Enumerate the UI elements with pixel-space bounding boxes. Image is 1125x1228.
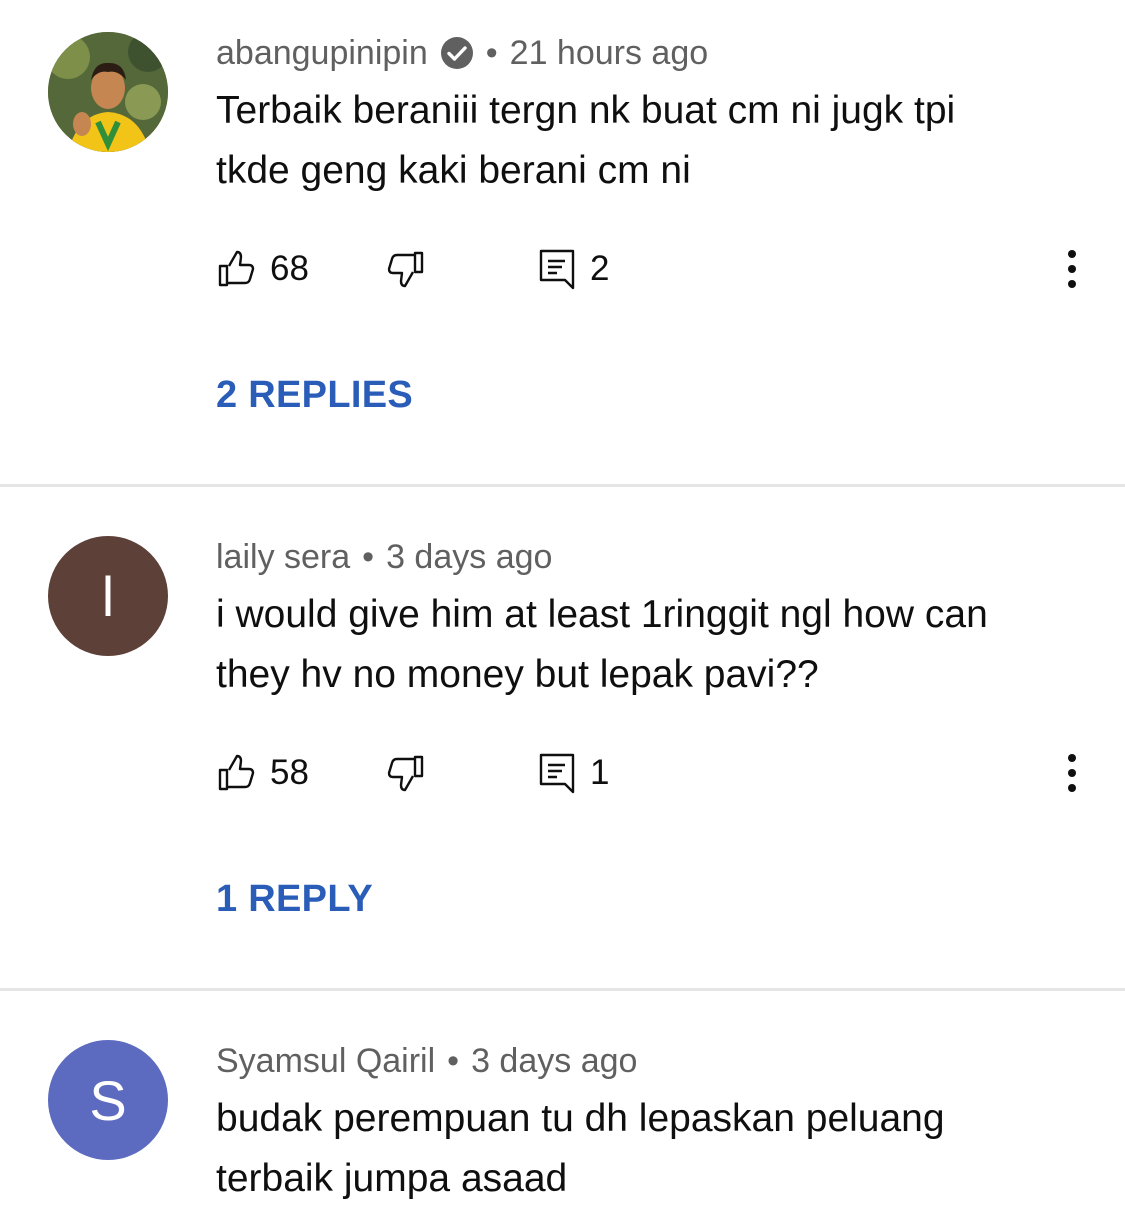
author-name[interactable]: abangupinipin bbox=[216, 34, 428, 73]
comment-text-line: they hv no money but lepak pavi?? bbox=[216, 653, 819, 696]
reply-button[interactable]: 2 bbox=[538, 244, 609, 294]
reply-count: 1 bbox=[590, 753, 610, 792]
dislike-button[interactable] bbox=[386, 244, 426, 294]
comment-text-line: terbaik jumpa asaad bbox=[216, 1157, 568, 1200]
comment-text: Terbaik beraniii tergn nk buat cm ni jug… bbox=[216, 81, 1096, 201]
comment-actions: 68 2 bbox=[216, 244, 1096, 294]
comment-text: budak perempuan tu dh lepaskan peluang t… bbox=[216, 1089, 1096, 1209]
separator-dot: • bbox=[485, 33, 498, 72]
like-count: 58 bbox=[270, 753, 309, 792]
comment-text-line: Terbaik beraniii tergn nk buat cm ni jug… bbox=[216, 89, 956, 132]
more-options-button[interactable] bbox=[1052, 748, 1092, 798]
like-count: 68 bbox=[270, 249, 309, 288]
author-name[interactable]: laily sera bbox=[216, 538, 350, 577]
comment-time[interactable]: 3 days ago bbox=[471, 1042, 637, 1081]
author-name[interactable]: Syamsul Qairil bbox=[216, 1042, 435, 1081]
view-replies-link[interactable]: 1 REPLY bbox=[216, 878, 373, 921]
separator-dot: • bbox=[447, 1041, 460, 1080]
avatar[interactable] bbox=[48, 32, 168, 152]
comment-actions: 58 1 bbox=[216, 748, 1096, 798]
comment-divider bbox=[0, 484, 1125, 487]
thumbs-up-icon bbox=[218, 754, 255, 791]
avatar-photo bbox=[48, 32, 168, 152]
thumbs-down-icon bbox=[387, 251, 424, 288]
comment-meta: Syamsul Qairil • 3 days ago bbox=[216, 1038, 637, 1084]
comment-meta: laily sera • 3 days ago bbox=[216, 534, 552, 580]
more-options-button[interactable] bbox=[1052, 244, 1092, 294]
comment-text-line: budak perempuan tu dh lepaskan peluang bbox=[216, 1097, 945, 1140]
avatar[interactable]: l bbox=[48, 536, 168, 656]
comment-text: i would give him at least 1ringgit ngl h… bbox=[216, 585, 1096, 705]
more-vert-icon bbox=[1068, 754, 1076, 792]
verified-icon bbox=[440, 36, 474, 70]
reply-count: 2 bbox=[590, 249, 610, 288]
avatar[interactable]: S bbox=[48, 1040, 168, 1160]
thumbs-down-icon bbox=[387, 755, 424, 792]
thumbs-up-icon bbox=[218, 250, 255, 287]
like-button[interactable]: 58 bbox=[216, 748, 309, 798]
view-replies-link[interactable]: 2 REPLIES bbox=[216, 374, 413, 417]
comment-time[interactable]: 3 days ago bbox=[386, 538, 552, 577]
more-vert-icon bbox=[1068, 250, 1076, 288]
dislike-button[interactable] bbox=[386, 748, 426, 798]
comment-divider bbox=[0, 988, 1125, 991]
reply-comment-icon bbox=[539, 753, 575, 794]
comment-text-line: tkde geng kaki berani cm ni bbox=[216, 149, 691, 192]
reply-button[interactable]: 1 bbox=[538, 748, 609, 798]
separator-dot: • bbox=[362, 537, 375, 576]
avatar-letter: l bbox=[101, 564, 115, 628]
comment-time[interactable]: 21 hours ago bbox=[510, 34, 709, 73]
comment-meta: abangupinipin • 21 hours ago bbox=[216, 30, 708, 76]
comment-text-line: i would give him at least 1ringgit ngl h… bbox=[216, 593, 988, 636]
like-button[interactable]: 68 bbox=[216, 244, 309, 294]
avatar-letter: S bbox=[89, 1068, 127, 1132]
reply-comment-icon bbox=[539, 249, 575, 290]
